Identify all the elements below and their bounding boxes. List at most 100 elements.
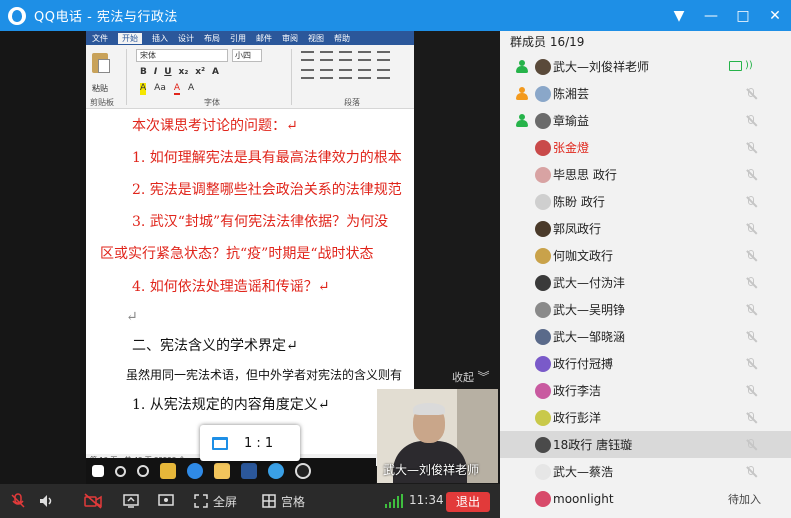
alignment-buttons (301, 69, 390, 79)
task-view-icon (137, 465, 149, 477)
member-role-icon (515, 87, 528, 100)
avatar (535, 463, 551, 480)
minimize-button[interactable]: — (695, 0, 727, 31)
avatar (535, 112, 551, 129)
line-spacing-icon (377, 69, 390, 79)
mic-muted-icon (744, 330, 758, 344)
zoom-popup[interactable]: 1 : 1 (200, 425, 300, 461)
doc-line: 1. 如何理解宪法是具有最高法律效力的根本 (132, 150, 402, 166)
member-name: 武大—邹晓涵 (553, 330, 626, 344)
mic-muted-icon (744, 303, 758, 317)
speaker-button[interactable] (38, 484, 54, 518)
avatar (535, 382, 551, 399)
dropdown-button[interactable]: ▼ (663, 0, 695, 31)
paragraph-mark: ↵ (126, 309, 138, 325)
sort-icon (377, 51, 390, 61)
window-title: QQ电话 - 宪法与行政法 (34, 10, 178, 25)
avatar (535, 193, 551, 210)
member-row[interactable]: 武大—刘俊祥老师)) (500, 53, 791, 80)
bullets-icon (301, 51, 314, 61)
avatar (535, 166, 551, 183)
fullscreen-label: 全屏 (213, 494, 238, 509)
ribbon-tab: 插入 (152, 33, 168, 43)
member-row[interactable]: 陈湘芸 (500, 80, 791, 107)
collapse-button[interactable]: 收起 ︾ (452, 368, 490, 385)
member-row[interactable]: 政行李洁 (500, 377, 791, 404)
member-name: 武大—蔡浩 (553, 465, 614, 479)
word-app-icon (241, 463, 257, 479)
call-toolbar: 全屏 宫格 11:34 退出 (0, 484, 500, 518)
member-row[interactable]: 武大—邹晓涵 (500, 323, 791, 350)
member-row[interactable]: 陈盼 政行 (500, 188, 791, 215)
member-row[interactable]: 何咖文政行 (500, 242, 791, 269)
group-label-font: 字体 (204, 98, 220, 107)
camera-button[interactable] (84, 484, 102, 518)
shared-screen[interactable]: 文件 开始 插入 设计 布局 引用 邮件 审阅 视图 帮助 粘贴 宋体 小四 B… (0, 31, 500, 484)
member-row[interactable]: 毕思思 政行 (500, 161, 791, 188)
close-button[interactable]: ✕ (759, 0, 791, 31)
member-row[interactable]: 武大—蔡浩 (500, 458, 791, 485)
webcam-person-hair (413, 403, 445, 415)
member-row[interactable]: 武大—吴明铮 (500, 296, 791, 323)
ie-browser-icon (268, 463, 284, 479)
share-screen-icon (123, 494, 139, 508)
zoom-ratio: 1 : 1 (244, 435, 274, 451)
ribbon-tab: 引用 (230, 33, 246, 43)
highlight-icon: A (140, 83, 147, 95)
webcam-preview[interactable]: 武大—刘俊祥老师 (377, 389, 498, 483)
avatar (535, 85, 551, 102)
signal-strength-icon (385, 494, 403, 508)
member-row[interactable]: 18政行 唐钰璇 (500, 431, 791, 458)
exit-call-button[interactable]: 退出 (446, 492, 490, 512)
member-row[interactable]: 武大—付沩沣 (500, 269, 791, 296)
member-name: 政行彭洋 (553, 411, 602, 425)
ribbon-tab: 视图 (308, 33, 324, 43)
qq-penguin-icon (295, 463, 311, 479)
avatar (535, 247, 551, 264)
maximize-button[interactable]: □ (727, 0, 759, 31)
ribbon-tab-active: 开始 (118, 32, 142, 44)
align-left-icon (301, 69, 314, 79)
member-row[interactable]: 郭凤政行 (500, 215, 791, 242)
mic-muted-icon (744, 357, 758, 371)
member-name: 武大—付沩沣 (553, 276, 626, 290)
member-name: 武大—吴明铮 (553, 303, 626, 317)
windows-taskbar (86, 458, 376, 484)
grid-icon (262, 494, 276, 508)
webcam-name: 武大—刘俊祥老师 (383, 463, 480, 477)
doc-line: 4. 如何依法处理造谣和传谣？↵ (132, 279, 330, 295)
mic-muted-icon (744, 276, 758, 290)
doc-heading: 1. 从宪法规定的内容角度定义↵ (132, 397, 330, 413)
fullscreen-button[interactable]: 全屏 (194, 484, 237, 518)
avatar (535, 409, 551, 426)
window-controls: ▼ — □ ✕ (663, 0, 791, 31)
ribbon-divider (291, 49, 292, 105)
underline-icon: U (164, 67, 172, 77)
member-row[interactable]: 章瑜益 (500, 107, 791, 134)
group-label-paragraph: 段落 (344, 98, 360, 107)
explorer-icon (214, 463, 230, 479)
member-name: 政行李洁 (553, 384, 602, 398)
member-count: 群成员 16/19 (510, 35, 585, 49)
member-row[interactable]: 政行彭洋 (500, 404, 791, 431)
mic-muted-icon (744, 465, 758, 479)
clear-format-icon: A (212, 67, 220, 77)
grid-view-button[interactable]: 宫格 (262, 484, 305, 518)
mic-button[interactable] (10, 484, 26, 518)
ribbon-tab: 文件 (92, 33, 108, 43)
doc-heading: 二、宪法含义的学术界定↵ (132, 338, 298, 354)
member-row[interactable]: 张金燈 (500, 134, 791, 161)
member-row[interactable]: moonlight 待加入 (500, 485, 791, 512)
ribbon-tab: 布局 (204, 33, 220, 43)
char-shading-icon: A (188, 83, 195, 93)
whiteboard-button[interactable] (158, 484, 174, 518)
mic-muted-icon (744, 411, 758, 425)
member-row[interactable]: 政行付冠搏 (500, 350, 791, 377)
fullscreen-icon (194, 494, 208, 508)
doc-line: 本次课思考讨论的问题：↵ (132, 118, 298, 134)
grid-label: 宫格 (281, 494, 306, 509)
word-window: 文件 开始 插入 设计 布局 引用 邮件 审阅 视图 帮助 粘贴 宋体 小四 B… (86, 31, 414, 454)
font-size-box: 小四 (232, 49, 262, 62)
share-screen-button[interactable] (123, 484, 139, 518)
ribbon-tab: 帮助 (334, 33, 350, 43)
